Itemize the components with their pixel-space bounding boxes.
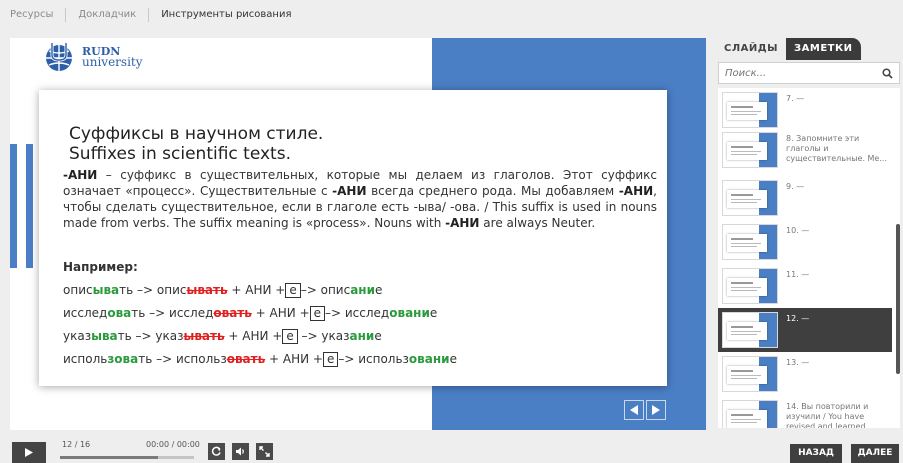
example-line-4: использовать –> использовать + АНИ + е –> … xyxy=(63,352,457,367)
play-button[interactable] xyxy=(12,442,46,463)
expand-icon xyxy=(259,446,270,457)
slide-thumbnail-item[interactable]: 7. — xyxy=(718,88,892,132)
triangle-right-icon xyxy=(652,405,660,415)
university-logo: RUDN university xyxy=(40,41,143,73)
slide-thumbnail-item[interactable]: 14. Вы повторили и изучили / You have re… xyxy=(718,396,892,428)
examples-heading: Например: xyxy=(63,260,138,274)
slide-thumbnail-item[interactable]: 10. — xyxy=(718,220,892,264)
slide-prev-button[interactable] xyxy=(624,400,644,420)
slide-title: Суффиксы в научном стиле. Suffixes in sc… xyxy=(69,124,323,164)
tab-presenter[interactable]: Докладчик xyxy=(66,8,150,22)
back-button[interactable]: НАЗАД xyxy=(790,444,842,463)
explanation-paragraph: -АНИ – суффикс в существительных, которы… xyxy=(63,168,657,230)
logo-line-2: university xyxy=(82,55,143,69)
slide-counter: 12 / 16 xyxy=(62,440,91,449)
slide-list[interactable]: 7. — 8. Запомните эти глаголы и существит… xyxy=(718,88,900,428)
sidebar: СЛАЙДЫ ЗАМЕТКИ 7. — 8. Запомните эти глаг… xyxy=(713,38,903,430)
slide-thumbnail-label: 8. Запомните эти глаголы и существительн… xyxy=(786,134,887,163)
slide-thumbnail-image xyxy=(722,132,778,168)
tab-drawing-tools[interactable]: Инструменты рисования xyxy=(149,8,303,22)
example-line-3: указывать –> указывать + АНИ + е –> указа… xyxy=(63,329,382,344)
tab-notes[interactable]: ЗАМЕТКИ xyxy=(786,38,861,60)
slide-search xyxy=(718,62,900,84)
slide-thumbnail-label: 10. — xyxy=(786,226,810,235)
progress-bar[interactable] xyxy=(60,456,194,459)
slide-thumbnail-label: 7. — xyxy=(786,94,805,103)
tab-resources[interactable]: Ресурсы xyxy=(0,8,67,22)
slide-thumbnail-image xyxy=(722,268,778,304)
replay-icon xyxy=(211,446,221,456)
slide-thumbnail-image xyxy=(722,92,778,128)
slide-thumbnail-label: 12. — xyxy=(786,314,810,323)
slide-left-stripe-2 xyxy=(26,144,33,268)
search-input[interactable] xyxy=(725,67,875,79)
volume-button[interactable] xyxy=(232,443,249,460)
slide-thumbnail-label: 13. — xyxy=(786,358,810,367)
playback-bar: 12 / 16 00:00 / 00:00 НАЗАД ДАЛЕЕ xyxy=(0,436,903,463)
content-card: Суффиксы в научном стиле. Suffixes in sc… xyxy=(39,90,667,386)
title-line-ru: Суффиксы в научном стиле. xyxy=(69,124,324,144)
slide-thumbnail-image xyxy=(722,180,778,216)
tab-slides[interactable]: СЛАЙДЫ xyxy=(716,38,787,60)
slide-canvas: RUDN university Суффиксы в научном стиле… xyxy=(10,38,706,430)
replay-button[interactable] xyxy=(208,443,225,460)
progress-fill xyxy=(60,456,158,459)
slide-left-stripe xyxy=(10,144,17,268)
slide-thumbnail-item[interactable]: 9. — xyxy=(718,176,892,220)
slide-next-button[interactable] xyxy=(646,400,666,420)
slide-thumbnail-item[interactable]: 8. Запомните эти глаголы и существительн… xyxy=(718,128,892,172)
time-display: 00:00 / 00:00 xyxy=(146,440,200,449)
slide-thumbnail-item[interactable]: 12. — xyxy=(718,308,892,352)
slide-nav-buttons xyxy=(624,400,666,420)
play-icon xyxy=(25,448,33,457)
example-line-2: исследовать –> исследовать + АНИ + е –> ис… xyxy=(63,306,438,321)
slide-thumbnail-label: 9. — xyxy=(786,182,805,191)
slide-thumbnail-image xyxy=(722,312,778,348)
top-menu-bar: Ресурсы Докладчик Инструменты рисования xyxy=(0,0,903,30)
volume-icon xyxy=(236,447,244,456)
slide-thumbnail-image xyxy=(722,400,778,428)
title-line-en: Suffixes in scientific texts. xyxy=(69,144,291,164)
triangle-left-icon xyxy=(630,405,638,415)
player-window: { "topbar": { "tabs": [ {"label": "Ресур… xyxy=(0,0,903,463)
slide-thumbnail-label: 11. — xyxy=(786,270,810,279)
next-button[interactable]: ДАЛЕЕ xyxy=(851,444,899,463)
slide-list-scrollbar[interactable] xyxy=(896,224,900,374)
search-icon[interactable] xyxy=(882,67,893,79)
slide-thumbnail-item[interactable]: 11. — xyxy=(718,264,892,308)
slide-thumbnail-image xyxy=(722,356,778,392)
fullscreen-button[interactable] xyxy=(256,443,273,460)
example-line-1: описывать –> описывать + АНИ + е –> описан… xyxy=(63,283,383,298)
slide-thumbnail-item[interactable]: 13. — xyxy=(718,352,892,396)
sidebar-tabs: СЛАЙДЫ ЗАМЕТКИ xyxy=(716,38,861,60)
globe-logo-icon xyxy=(46,43,72,71)
slide-thumbnail-label: 14. Вы повторили и изучили / You have re… xyxy=(786,402,869,428)
slide-thumbnail-image xyxy=(722,224,778,260)
